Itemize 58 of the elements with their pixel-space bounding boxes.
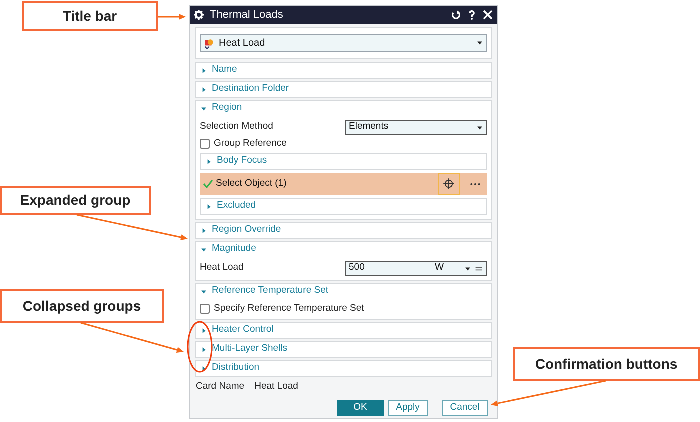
group-title[interactable]: Multi-Layer Shells	[212, 342, 288, 357]
expanded-triangle-icon[interactable]	[201, 246, 207, 252]
card-name-value: Heat Load	[254, 380, 298, 394]
expanded-triangle-icon[interactable]	[201, 288, 207, 294]
checkbox-label: Group Reference	[214, 136, 287, 151]
gear-icon[interactable]	[194, 10, 204, 20]
callout-label: Title bar	[22, 1, 158, 31]
type-dropdown[interactable]: Heat Load	[200, 34, 487, 52]
callout-label: Expanded group	[0, 186, 151, 215]
selection-method-dropdown[interactable]: Elements	[345, 120, 487, 135]
callout-label: Confirmation buttons	[513, 347, 700, 381]
heat-load-icon	[204, 38, 215, 48]
heat-load-field[interactable]: 500 W	[345, 261, 487, 276]
group-title[interactable]: Body Focus	[217, 154, 268, 169]
collapsed-triangle-icon[interactable]	[201, 228, 207, 234]
expanded-triangle-icon[interactable]	[201, 106, 207, 112]
window-title: Thermal Loads	[210, 8, 284, 23]
crosshair-button[interactable]	[438, 173, 460, 195]
crosshair-icon	[443, 178, 455, 190]
group-title[interactable]: Region Override	[212, 223, 282, 238]
group-title[interactable]: Distribution	[212, 361, 260, 376]
collapsed-triangle-icon[interactable]	[201, 346, 207, 352]
callout-arrow	[158, 14, 186, 20]
highlight-ellipse	[187, 321, 213, 373]
checkmark-icon	[203, 179, 213, 189]
selection-label: Select Object (1)	[216, 176, 288, 191]
collapsed-triangle-icon[interactable]	[201, 68, 207, 74]
help-icon[interactable]	[467, 10, 477, 20]
group-title[interactable]: Reference Temperature Set	[212, 284, 329, 299]
collapsed-triangle-icon[interactable]	[201, 366, 207, 372]
dialog-button[interactable]: Apply	[388, 400, 428, 416]
collapsed-triangle-icon[interactable]	[206, 204, 212, 210]
collapsed-triangle-icon[interactable]	[201, 86, 207, 92]
group-title[interactable]: Destination Folder	[212, 82, 290, 97]
group-title[interactable]: Magnitude	[212, 242, 256, 257]
checkbox[interactable]	[200, 304, 210, 314]
field-label: Selection Method	[200, 120, 274, 134]
field-label: Heat Load	[200, 261, 245, 276]
group-title[interactable]: Heater Control	[212, 323, 274, 338]
collapsed-triangle-icon[interactable]	[201, 328, 207, 334]
collapsed-triangle-icon[interactable]	[206, 158, 212, 164]
group-title[interactable]: Excluded	[217, 199, 256, 214]
reset-icon[interactable]	[451, 10, 461, 20]
caret-icon	[477, 40, 483, 46]
ok-button[interactable]: OK	[337, 400, 384, 416]
select-object-row[interactable]: Select Object (1)	[200, 173, 487, 195]
caret-icon	[465, 266, 471, 272]
checkbox[interactable]	[200, 139, 210, 149]
unit-label[interactable]: W	[435, 261, 461, 276]
card-name-label: Card Name	[196, 380, 245, 394]
equals-icon[interactable]	[475, 264, 483, 272]
callout-label: Collapsed groups	[0, 289, 164, 323]
caret-icon	[477, 124, 483, 130]
dialog-button[interactable]: Cancel	[442, 400, 488, 416]
group-title[interactable]: Name	[212, 63, 238, 78]
group-title[interactable]: Region	[212, 101, 242, 116]
close-icon[interactable]	[483, 10, 493, 20]
checkbox-label: Specify Reference Temperature Set	[214, 302, 364, 316]
